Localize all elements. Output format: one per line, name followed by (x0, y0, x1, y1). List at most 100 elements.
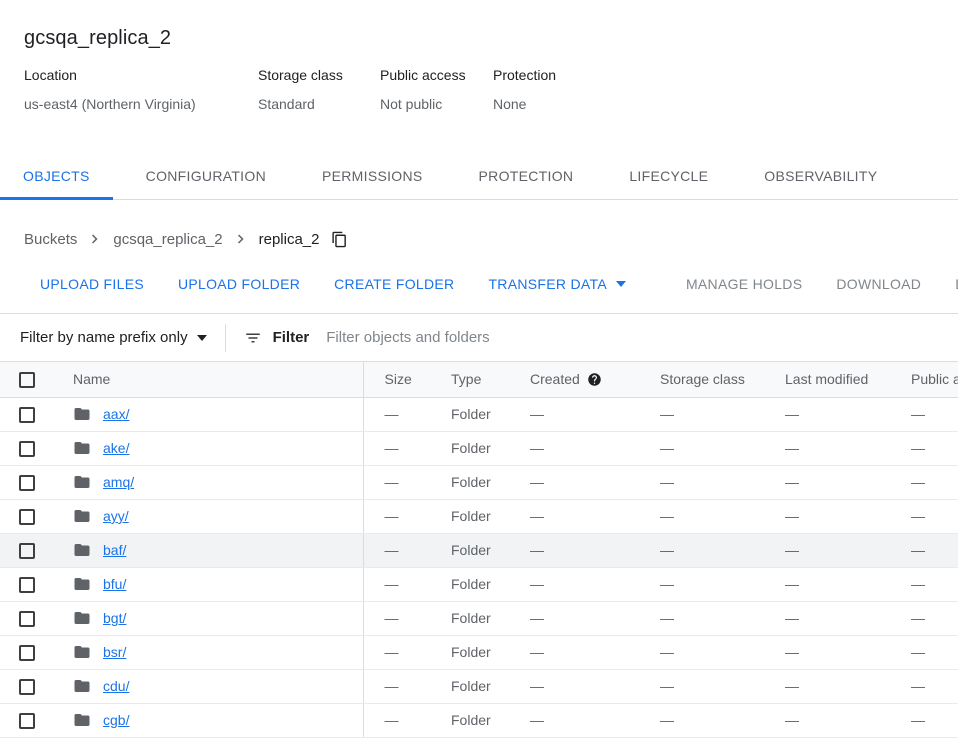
breadcrumb-item-gcsqa-replica-2[interactable]: gcsqa_replica_2 (113, 231, 222, 248)
transfer-data-button[interactable]: TRANSFER DATA (472, 266, 642, 302)
created-cell: — (530, 499, 652, 533)
object-link[interactable]: cgb/ (103, 712, 129, 728)
created-cell: — (530, 601, 652, 635)
toolbar-button-label: TRANSFER DATA (488, 276, 607, 292)
public-access-cell: — (903, 601, 958, 635)
row-checkbox[interactable] (19, 509, 35, 525)
last-modified-cell: — (777, 567, 903, 601)
size-cell: — (363, 431, 451, 465)
filter-scope-dropdown[interactable]: Filter by name prefix only (20, 329, 207, 346)
last-modified-cell: — (777, 533, 903, 567)
type-cell: Folder (451, 635, 530, 669)
objects-table: Name Size Type Created Storage class Las… (0, 362, 958, 738)
filter-input[interactable] (324, 328, 938, 347)
row-checkbox[interactable] (19, 475, 35, 491)
row-checkbox[interactable] (19, 645, 35, 661)
folder-icon (73, 405, 91, 423)
storage-class-cell: — (652, 601, 777, 635)
object-link[interactable]: bsr/ (103, 644, 126, 660)
last-modified-cell: — (777, 601, 903, 635)
filter-list-icon (244, 329, 262, 347)
object-link[interactable]: bfu/ (103, 576, 126, 592)
storage-class-cell: — (652, 499, 777, 533)
created-cell: — (530, 465, 652, 499)
tab-observability[interactable]: OBSERVABILITY (741, 152, 900, 199)
type-cell: Folder (451, 465, 530, 499)
column-header-created-label: Created (530, 371, 580, 387)
object-link[interactable]: aax/ (103, 406, 129, 422)
tab-lifecycle[interactable]: LIFECYCLE (606, 152, 731, 199)
toolbar-button-label: UPLOAD FOLDER (178, 276, 300, 292)
toolbar-button-label: UPLOAD FILES (40, 276, 144, 292)
object-link[interactable]: ake/ (103, 440, 129, 456)
object-toolbar: UPLOAD FILES UPLOAD FOLDER CREATE FOLDER TR… (0, 266, 958, 302)
tab-configuration[interactable]: CONFIGURATION (123, 152, 289, 199)
created-cell: — (530, 567, 652, 601)
arrow-drop-down-icon (616, 281, 626, 287)
tab-objects[interactable]: OBJECTS (0, 152, 113, 199)
row-checkbox[interactable] (19, 577, 35, 593)
folder-icon (73, 473, 91, 491)
public-access-cell: — (903, 465, 958, 499)
public-access-cell: — (903, 533, 958, 567)
arrow-drop-down-icon (197, 335, 207, 341)
size-cell: — (363, 669, 451, 703)
object-link[interactable]: cdu/ (103, 678, 129, 694)
d-button: D (939, 266, 958, 302)
meta-value: Not public (380, 96, 493, 112)
type-cell: Folder (451, 533, 530, 567)
object-row: bfu/—Folder———— (0, 567, 958, 601)
chevron-right-icon (232, 230, 250, 248)
storage-class-cell: — (652, 669, 777, 703)
public-access-cell: — (903, 635, 958, 669)
content-copy-icon[interactable] (329, 229, 350, 250)
row-checkbox[interactable] (19, 543, 35, 559)
upload-folder-button[interactable]: UPLOAD FOLDER (162, 266, 316, 302)
last-modified-cell: — (777, 465, 903, 499)
object-link[interactable]: ayy/ (103, 508, 129, 524)
column-header-size: Size (363, 362, 451, 397)
created-cell: — (530, 669, 652, 703)
filter-bar: Filter by name prefix only Filter (0, 313, 958, 362)
select-all-checkbox[interactable] (19, 372, 35, 388)
meta-value: Standard (258, 96, 380, 112)
created-cell: — (530, 635, 652, 669)
size-cell: — (363, 397, 451, 431)
created-cell: — (530, 703, 652, 737)
meta-label: Location (24, 67, 258, 83)
table-header-row: Name Size Type Created Storage class Las… (0, 362, 958, 397)
column-header-type: Type (451, 362, 530, 397)
storage-class-cell: — (652, 465, 777, 499)
breadcrumb-item-buckets[interactable]: Buckets (24, 231, 77, 248)
help-icon[interactable] (587, 372, 602, 387)
object-row: amq/—Folder———— (0, 465, 958, 499)
create-folder-button[interactable]: CREATE FOLDER (318, 266, 470, 302)
folder-icon (73, 507, 91, 525)
size-cell: — (363, 703, 451, 737)
object-link[interactable]: amq/ (103, 474, 134, 490)
last-modified-cell: — (777, 431, 903, 465)
row-checkbox[interactable] (19, 407, 35, 423)
object-link[interactable]: bgt/ (103, 610, 126, 626)
public-access-cell: — (903, 703, 958, 737)
object-link[interactable]: baf/ (103, 542, 126, 558)
storage-class-cell: — (652, 431, 777, 465)
object-row: cdu/—Folder———— (0, 669, 958, 703)
tab-protection[interactable]: PROTECTION (456, 152, 597, 199)
row-checkbox[interactable] (19, 713, 35, 729)
toolbar-button-label: CREATE FOLDER (334, 276, 454, 292)
storage-class-cell: — (652, 533, 777, 567)
tab-permissions[interactable]: PERMISSIONS (299, 152, 446, 199)
upload-files-button[interactable]: UPLOAD FILES (24, 266, 160, 302)
meta-value: us-east4 (Northern Virginia) (24, 96, 258, 112)
folder-icon (73, 541, 91, 559)
row-checkbox[interactable] (19, 441, 35, 457)
folder-icon (73, 711, 91, 729)
storage-class-cell: — (652, 635, 777, 669)
row-checkbox[interactable] (19, 611, 35, 627)
last-modified-cell: — (777, 397, 903, 431)
type-cell: Folder (451, 431, 530, 465)
object-row: ake/—Folder———— (0, 431, 958, 465)
filter-label: Filter (273, 329, 310, 346)
row-checkbox[interactable] (19, 679, 35, 695)
